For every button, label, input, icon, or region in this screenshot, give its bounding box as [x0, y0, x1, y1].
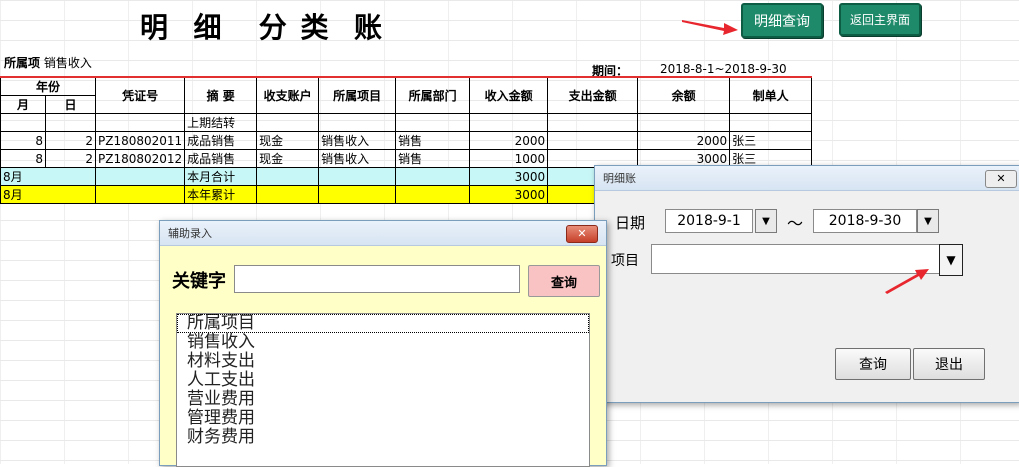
aux-query-button[interactable]: 查询	[528, 265, 600, 297]
aux-dialog-title: 辅助录入	[160, 221, 606, 246]
keyword-list[interactable]: 所属项目 销售收入 材料支出 人工支出 营业费用 管理费用 财务费用	[176, 313, 590, 467]
header-account: 收支账户	[256, 76, 320, 114]
list-item[interactable]: 营业费用	[177, 390, 589, 409]
date-from-dropdown[interactable]: ▼	[755, 209, 777, 233]
date-label: 日期	[615, 214, 646, 232]
chevron-down-icon: ▼	[924, 215, 932, 227]
period-value: 2018-8-1~2018-9-30	[660, 62, 787, 76]
keyword-label: 关键字	[172, 271, 226, 292]
close-icon[interactable]: ✕	[566, 225, 598, 243]
list-item[interactable]: 销售收入	[177, 333, 589, 352]
header-day: 日	[45, 95, 96, 114]
header-summary: 摘 要	[184, 76, 258, 114]
header-month: 月	[0, 95, 46, 114]
header-expense: 支出金额	[547, 76, 639, 114]
exit-button[interactable]: 退出	[913, 348, 985, 380]
date-from-field[interactable]: 2018-9-1	[665, 209, 753, 233]
date-to-field[interactable]: 2018-9-30	[813, 209, 917, 233]
detail-query-button[interactable]: 明细查询	[741, 3, 823, 38]
red-arrow-icon	[682, 20, 738, 35]
back-main-button[interactable]: 返回主界面	[839, 3, 921, 36]
project-value: 销售收入	[43, 56, 92, 70]
header-dept: 所属部门	[395, 76, 471, 114]
list-item[interactable]: 材料支出	[177, 352, 589, 371]
list-item[interactable]: 财务费用	[177, 428, 589, 447]
table-row[interactable]: 82 PZ180802011 成品销售 现金 销售收入 销售 2000 2000 张三	[0, 131, 813, 150]
chevron-down-icon: ▼	[946, 253, 956, 267]
header-income: 收入金额	[469, 76, 549, 114]
table-row[interactable]: 上期结转	[0, 113, 813, 132]
chevron-down-icon: ▼	[762, 215, 770, 227]
item-label: 项目	[611, 253, 639, 269]
header-item: 所属项目	[318, 76, 397, 114]
aux-entry-dialog: 辅助录入 ✕ 关键字 查询 所属项目 销售收入 材料支出 人工支出 营业费用 管…	[159, 220, 607, 467]
item-dropdown[interactable]: ▼	[939, 244, 963, 276]
date-tilde: ～	[787, 214, 804, 233]
header-maker: 制单人	[729, 76, 813, 114]
detail-ledger-dialog: 明细账 ✕ 日期 2018-9-1 ▼ ～ 2018-9-30 ▼ 项目 ▼ 查…	[594, 165, 1019, 403]
red-arrow-icon	[885, 269, 929, 294]
header-voucher: 凭证号	[94, 76, 186, 114]
list-item[interactable]: 管理费用	[177, 409, 589, 428]
close-icon[interactable]: ✕	[985, 170, 1017, 188]
page-title: 明 细 分 类 账	[140, 11, 384, 44]
header-balance: 余额	[637, 76, 731, 114]
date-to-dropdown[interactable]: ▼	[917, 209, 939, 233]
header-year: 年份	[0, 76, 96, 96]
query-button[interactable]: 查询	[835, 348, 911, 380]
detail-dialog-title: 明细账	[595, 166, 1019, 191]
keyword-input[interactable]	[234, 265, 520, 293]
list-item[interactable]: 人工支出	[177, 371, 589, 390]
project-label: 所属项	[4, 56, 41, 70]
list-item[interactable]: 所属项目	[177, 314, 589, 333]
